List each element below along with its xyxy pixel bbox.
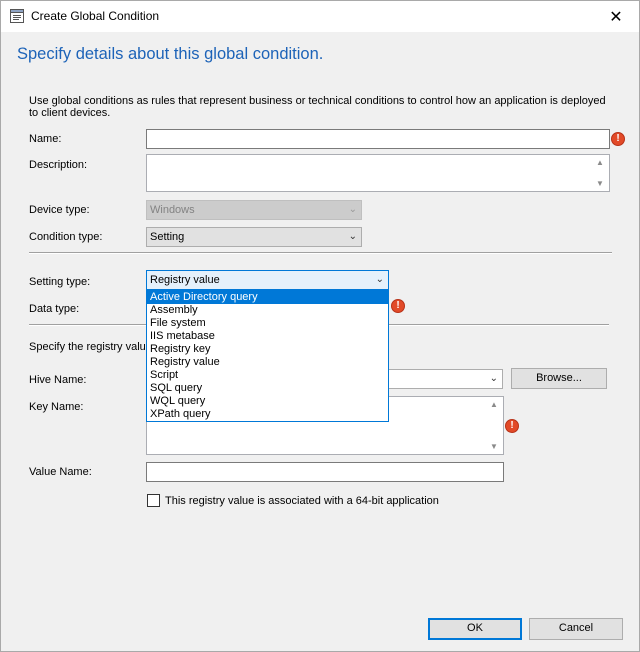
setting-type-option[interactable]: Registry value — [147, 356, 388, 369]
setting-type-label: Setting type: — [29, 276, 91, 288]
close-button[interactable]: ✕ — [593, 1, 639, 32]
key-name-error-icon: ! — [505, 419, 519, 433]
value-name-label: Value Name: — [29, 466, 92, 478]
separator — [29, 252, 612, 254]
setting-type-option[interactable]: XPath query — [147, 408, 388, 421]
chevron-down-icon: ⌄ — [489, 373, 498, 384]
device-type-select[interactable]: Windows ⌄ — [146, 200, 362, 220]
device-type-value: Windows — [150, 204, 195, 216]
setting-type-option[interactable]: IIS metabase — [147, 330, 388, 343]
intro-text: Use global conditions as rules that repr… — [29, 95, 606, 119]
browse-button[interactable]: Browse... — [511, 368, 607, 389]
header-panel: Specify details about this global condit… — [1, 32, 639, 80]
setting-type-option[interactable]: Registry key — [147, 343, 388, 356]
condition-type-label: Condition type: — [29, 231, 103, 243]
setting-type-option[interactable]: Script — [147, 369, 388, 382]
description-input[interactable]: ▲ ▼ — [146, 154, 610, 192]
condition-type-select[interactable]: Setting ⌄ — [146, 227, 362, 247]
scroll-up-icon[interactable]: ▲ — [490, 400, 498, 409]
64bit-checkbox-label[interactable]: This registry value is associated with a… — [165, 495, 439, 507]
window-title: Create Global Condition — [31, 9, 160, 23]
chevron-down-icon: ⌄ — [375, 274, 384, 285]
setting-type-option[interactable]: SQL query — [147, 382, 388, 395]
title-bar[interactable]: Create Global Condition ✕ — [1, 1, 639, 32]
scroll-down-icon[interactable]: ▼ — [490, 442, 498, 451]
setting-type-option[interactable]: File system — [147, 317, 388, 330]
scroll-down-icon[interactable]: ▼ — [596, 179, 604, 188]
create-global-condition-dialog: Create Global Condition ✕ Specify detail… — [0, 0, 640, 652]
page-heading: Specify details about this global condit… — [17, 45, 324, 63]
64bit-checkbox[interactable] — [147, 494, 160, 507]
data-type-label: Data type: — [29, 303, 80, 315]
setting-type-select[interactable]: Registry value ⌄ — [146, 270, 389, 290]
chevron-down-icon: ⌄ — [348, 204, 357, 215]
close-icon: ✕ — [609, 8, 623, 26]
hive-name-label: Hive Name: — [29, 374, 87, 386]
condition-type-value: Setting — [150, 231, 185, 243]
chevron-down-icon: ⌄ — [348, 231, 357, 242]
name-label: Name: — [29, 133, 62, 145]
description-scrollbar[interactable]: ▲ ▼ — [591, 155, 609, 191]
ok-button[interactable]: OK — [428, 618, 522, 640]
cancel-button[interactable]: Cancel — [529, 618, 623, 640]
data-type-error-icon: ! — [391, 299, 405, 313]
name-input[interactable] — [146, 129, 610, 149]
device-type-label: Device type: — [29, 204, 90, 216]
name-error-icon: ! — [611, 132, 625, 146]
key-name-scrollbar[interactable]: ▲ ▼ — [485, 397, 503, 454]
setting-type-value: Registry value — [150, 274, 220, 286]
registry-section-label: Specify the registry value — [29, 341, 152, 353]
setting-type-dropdown-list[interactable]: Active Directory query Assembly File syste… — [146, 290, 389, 422]
setting-type-option[interactable]: Active Directory query — [147, 291, 388, 304]
key-name-label: Key Name: — [29, 401, 84, 413]
value-name-input[interactable] — [146, 462, 504, 482]
dialog-window-icon — [10, 9, 24, 23]
scroll-up-icon[interactable]: ▲ — [596, 158, 604, 167]
setting-type-option[interactable]: Assembly — [147, 304, 388, 317]
description-label: Description: — [29, 159, 88, 171]
setting-type-option[interactable]: WQL query — [147, 395, 388, 408]
